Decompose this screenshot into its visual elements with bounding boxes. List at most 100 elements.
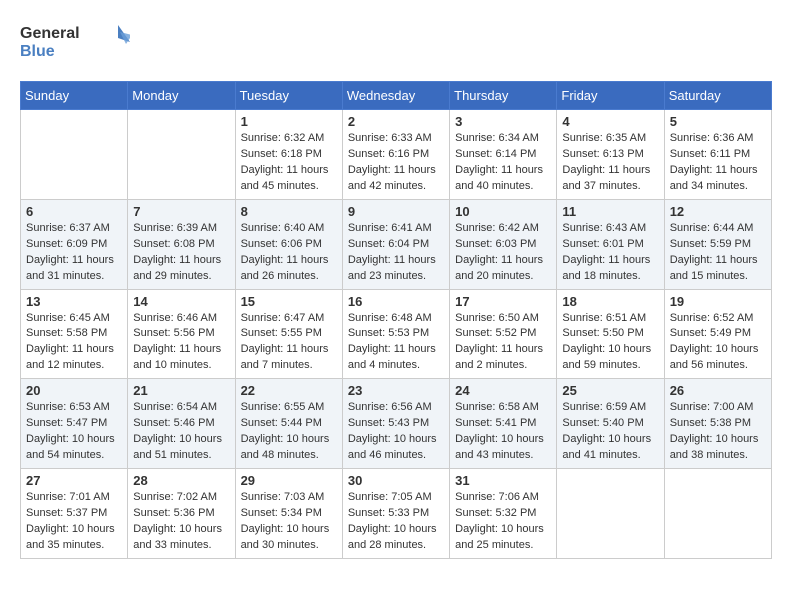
calendar-cell bbox=[557, 469, 664, 559]
day-number: 19 bbox=[670, 294, 766, 309]
day-sunrise: Sunrise: 7:02 AM bbox=[133, 491, 217, 503]
day-sunset: Sunset: 5:47 PM bbox=[26, 417, 107, 429]
day-sunset: Sunset: 5:43 PM bbox=[348, 417, 429, 429]
day-sunset: Sunset: 5:55 PM bbox=[241, 327, 322, 339]
calendar-cell: 2 Sunrise: 6:33 AM Sunset: 6:16 PM Dayli… bbox=[342, 110, 449, 200]
calendar-cell: 5 Sunrise: 6:36 AM Sunset: 6:11 PM Dayli… bbox=[664, 110, 771, 200]
day-sunrise: Sunrise: 6:37 AM bbox=[26, 222, 110, 234]
calendar-cell bbox=[128, 110, 235, 200]
calendar-cell: 22 Sunrise: 6:55 AM Sunset: 5:44 PM Dayl… bbox=[235, 379, 342, 469]
calendar-cell: 26 Sunrise: 7:00 AM Sunset: 5:38 PM Dayl… bbox=[664, 379, 771, 469]
day-sunset: Sunset: 5:34 PM bbox=[241, 507, 322, 519]
calendar-cell: 27 Sunrise: 7:01 AM Sunset: 5:37 PM Dayl… bbox=[21, 469, 128, 559]
day-number: 5 bbox=[670, 114, 766, 129]
day-number: 13 bbox=[26, 294, 122, 309]
day-sunrise: Sunrise: 7:00 AM bbox=[670, 401, 754, 413]
weekday-header-sunday: Sunday bbox=[21, 82, 128, 110]
day-daylight: Daylight: 10 hours and 38 minutes. bbox=[670, 433, 759, 461]
weekday-header-monday: Monday bbox=[128, 82, 235, 110]
day-number: 17 bbox=[455, 294, 551, 309]
day-sunset: Sunset: 5:33 PM bbox=[348, 507, 429, 519]
day-number: 14 bbox=[133, 294, 229, 309]
day-number: 3 bbox=[455, 114, 551, 129]
day-sunset: Sunset: 5:37 PM bbox=[26, 507, 107, 519]
day-number: 12 bbox=[670, 204, 766, 219]
weekday-header-saturday: Saturday bbox=[664, 82, 771, 110]
calendar-cell: 15 Sunrise: 6:47 AM Sunset: 5:55 PM Dayl… bbox=[235, 289, 342, 379]
calendar-cell: 24 Sunrise: 6:58 AM Sunset: 5:41 PM Dayl… bbox=[450, 379, 557, 469]
day-number: 6 bbox=[26, 204, 122, 219]
day-sunrise: Sunrise: 6:44 AM bbox=[670, 222, 754, 234]
calendar-table: SundayMondayTuesdayWednesdayThursdayFrid… bbox=[20, 81, 772, 559]
day-sunset: Sunset: 6:03 PM bbox=[455, 238, 536, 250]
calendar-cell: 21 Sunrise: 6:54 AM Sunset: 5:46 PM Dayl… bbox=[128, 379, 235, 469]
day-daylight: Daylight: 10 hours and 59 minutes. bbox=[562, 343, 651, 371]
day-sunrise: Sunrise: 6:51 AM bbox=[562, 312, 646, 324]
day-number: 28 bbox=[133, 473, 229, 488]
day-sunrise: Sunrise: 6:56 AM bbox=[348, 401, 432, 413]
day-sunset: Sunset: 5:49 PM bbox=[670, 327, 751, 339]
day-sunset: Sunset: 6:13 PM bbox=[562, 148, 643, 160]
day-sunrise: Sunrise: 6:47 AM bbox=[241, 312, 325, 324]
day-sunset: Sunset: 5:56 PM bbox=[133, 327, 214, 339]
day-daylight: Daylight: 10 hours and 46 minutes. bbox=[348, 433, 437, 461]
day-sunset: Sunset: 5:36 PM bbox=[133, 507, 214, 519]
day-sunset: Sunset: 6:09 PM bbox=[26, 238, 107, 250]
day-sunset: Sunset: 6:11 PM bbox=[670, 148, 751, 160]
day-number: 11 bbox=[562, 204, 658, 219]
day-sunrise: Sunrise: 7:03 AM bbox=[241, 491, 325, 503]
day-daylight: Daylight: 10 hours and 33 minutes. bbox=[133, 523, 222, 551]
day-daylight: Daylight: 11 hours and 10 minutes. bbox=[133, 343, 221, 371]
weekday-header-thursday: Thursday bbox=[450, 82, 557, 110]
day-sunrise: Sunrise: 6:59 AM bbox=[562, 401, 646, 413]
day-daylight: Daylight: 11 hours and 40 minutes. bbox=[455, 164, 543, 192]
day-daylight: Daylight: 11 hours and 45 minutes. bbox=[241, 164, 329, 192]
calendar-cell: 17 Sunrise: 6:50 AM Sunset: 5:52 PM Dayl… bbox=[450, 289, 557, 379]
calendar-cell: 29 Sunrise: 7:03 AM Sunset: 5:34 PM Dayl… bbox=[235, 469, 342, 559]
day-sunset: Sunset: 6:16 PM bbox=[348, 148, 429, 160]
day-sunrise: Sunrise: 6:45 AM bbox=[26, 312, 110, 324]
day-daylight: Daylight: 11 hours and 34 minutes. bbox=[670, 164, 758, 192]
day-sunrise: Sunrise: 6:54 AM bbox=[133, 401, 217, 413]
calendar-cell: 20 Sunrise: 6:53 AM Sunset: 5:47 PM Dayl… bbox=[21, 379, 128, 469]
day-sunset: Sunset: 5:53 PM bbox=[348, 327, 429, 339]
weekday-header-wednesday: Wednesday bbox=[342, 82, 449, 110]
day-daylight: Daylight: 10 hours and 30 minutes. bbox=[241, 523, 330, 551]
day-number: 20 bbox=[26, 383, 122, 398]
day-daylight: Daylight: 11 hours and 20 minutes. bbox=[455, 254, 543, 282]
day-sunrise: Sunrise: 6:42 AM bbox=[455, 222, 539, 234]
day-daylight: Daylight: 11 hours and 42 minutes. bbox=[348, 164, 436, 192]
day-sunset: Sunset: 5:50 PM bbox=[562, 327, 643, 339]
day-sunset: Sunset: 6:18 PM bbox=[241, 148, 322, 160]
day-sunrise: Sunrise: 6:50 AM bbox=[455, 312, 539, 324]
logo-icon: General Blue bbox=[20, 20, 130, 65]
weekday-header-friday: Friday bbox=[557, 82, 664, 110]
calendar-cell: 3 Sunrise: 6:34 AM Sunset: 6:14 PM Dayli… bbox=[450, 110, 557, 200]
day-sunrise: Sunrise: 6:40 AM bbox=[241, 222, 325, 234]
day-sunrise: Sunrise: 6:43 AM bbox=[562, 222, 646, 234]
calendar-cell: 16 Sunrise: 6:48 AM Sunset: 5:53 PM Dayl… bbox=[342, 289, 449, 379]
day-daylight: Daylight: 10 hours and 35 minutes. bbox=[26, 523, 115, 551]
day-sunset: Sunset: 5:58 PM bbox=[26, 327, 107, 339]
calendar-cell: 30 Sunrise: 7:05 AM Sunset: 5:33 PM Dayl… bbox=[342, 469, 449, 559]
day-sunrise: Sunrise: 7:06 AM bbox=[455, 491, 539, 503]
day-number: 24 bbox=[455, 383, 551, 398]
day-number: 30 bbox=[348, 473, 444, 488]
day-number: 22 bbox=[241, 383, 337, 398]
svg-text:Blue: Blue bbox=[20, 43, 55, 60]
day-daylight: Daylight: 11 hours and 18 minutes. bbox=[562, 254, 650, 282]
day-sunset: Sunset: 5:41 PM bbox=[455, 417, 536, 429]
calendar-cell bbox=[21, 110, 128, 200]
day-number: 27 bbox=[26, 473, 122, 488]
day-daylight: Daylight: 10 hours and 28 minutes. bbox=[348, 523, 437, 551]
day-sunset: Sunset: 5:44 PM bbox=[241, 417, 322, 429]
day-sunset: Sunset: 5:46 PM bbox=[133, 417, 214, 429]
day-sunset: Sunset: 5:38 PM bbox=[670, 417, 751, 429]
day-sunrise: Sunrise: 6:33 AM bbox=[348, 132, 432, 144]
day-daylight: Daylight: 10 hours and 51 minutes. bbox=[133, 433, 222, 461]
calendar-cell: 23 Sunrise: 6:56 AM Sunset: 5:43 PM Dayl… bbox=[342, 379, 449, 469]
day-sunset: Sunset: 5:52 PM bbox=[455, 327, 536, 339]
day-sunset: Sunset: 6:14 PM bbox=[455, 148, 536, 160]
day-daylight: Daylight: 11 hours and 2 minutes. bbox=[455, 343, 543, 371]
day-sunset: Sunset: 6:04 PM bbox=[348, 238, 429, 250]
